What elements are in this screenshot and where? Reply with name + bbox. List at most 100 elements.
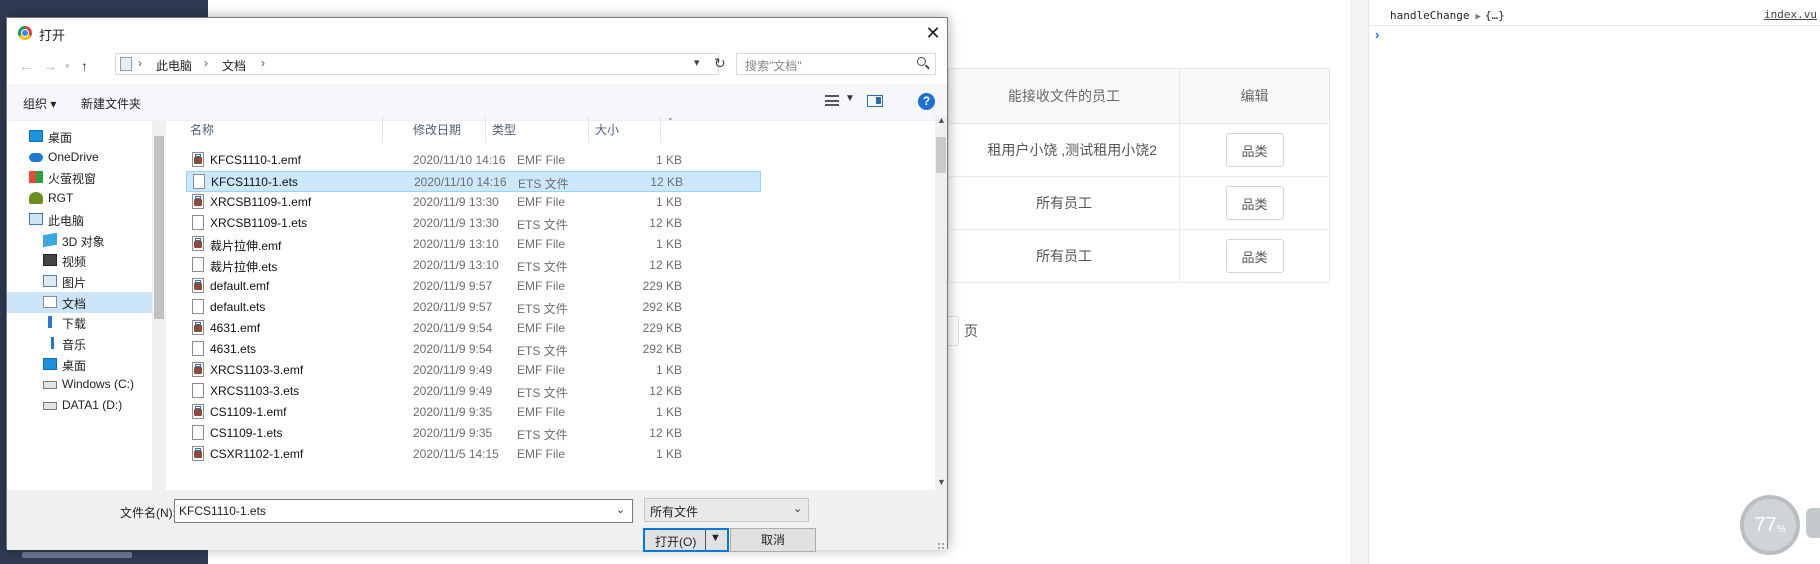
- file-row[interactable]: 4631.ets 2020/11/9 9:54 ETS 文件 292 KB: [186, 339, 761, 360]
- filetype-dropdown-icon[interactable]: ⌄: [793, 502, 802, 515]
- cube-icon: [43, 232, 57, 247]
- file-row[interactable]: XRCSB1109-1.emf 2020/11/9 13:30 EMF File 1 …: [186, 192, 761, 213]
- breadcrumb-separator[interactable]: ›: [138, 56, 142, 70]
- file-list-scroll-thumb[interactable]: [936, 137, 946, 173]
- file-size: 12 KB: [649, 216, 682, 230]
- category-button[interactable]: 品类: [1225, 239, 1284, 273]
- new-folder-button[interactable]: 新建文件夹: [81, 95, 141, 112]
- file-size: 1 KB: [655, 195, 682, 209]
- emf-file-icon: [192, 194, 204, 209]
- back-arrow-icon[interactable]: ←: [19, 58, 33, 74]
- organize-button[interactable]: 组织 ▾: [23, 95, 56, 112]
- file-row[interactable]: default.ets 2020/11/9 9:57 ETS 文件 292 KB: [186, 297, 761, 318]
- tree-item[interactable]: Windows (C:): [7, 374, 152, 395]
- file-size: 229 KB: [642, 321, 682, 335]
- file-row[interactable]: 裁片拉伸.emf 2020/11/9 13:10 EMF File 1 KB: [186, 234, 761, 255]
- help-icon[interactable]: ?: [918, 93, 935, 110]
- tree-item[interactable]: 图片: [7, 271, 152, 292]
- search-input[interactable]: 搜索"文档": [736, 53, 936, 75]
- resize-grip-icon[interactable]: [937, 542, 945, 550]
- file-row[interactable]: XRCS1103-3.emf 2020/11/9 9:49 EMF File 1 KB: [186, 360, 761, 381]
- column-header-date[interactable]: 修改日期: [413, 121, 461, 138]
- file-row[interactable]: CS1109-1.ets 2020/11/9 9:35 ETS 文件 12 KB: [186, 423, 761, 444]
- view-options-icon[interactable]: [825, 95, 839, 106]
- column-divider[interactable]: [382, 115, 383, 143]
- column-header-type[interactable]: 类型: [492, 121, 516, 138]
- emf-file-icon: [192, 404, 204, 419]
- file-row[interactable]: CS1109-1.emf 2020/11/9 9:35 EMF File 1 KB: [186, 402, 761, 423]
- tree-item[interactable]: 文档: [7, 291, 152, 313]
- user-icon: [29, 192, 43, 205]
- search-placeholder: 搜索"文档": [745, 59, 802, 73]
- tree-item[interactable]: OneDrive: [7, 147, 152, 168]
- cancel-button[interactable]: 取消: [730, 528, 816, 552]
- category-button[interactable]: 品类: [1225, 133, 1284, 167]
- up-arrow-icon[interactable]: ↑: [81, 58, 88, 74]
- column-header-size[interactable]: 大小: [595, 121, 619, 138]
- tree-item[interactable]: 桌面: [7, 354, 152, 375]
- file-name: XRCSB1109-1.ets: [210, 216, 308, 230]
- breadcrumb-documents[interactable]: 文档: [222, 57, 246, 74]
- file-name: KFCS1110-1.ets: [211, 175, 298, 189]
- view-dropdown-icon[interactable]: ▼: [845, 93, 855, 104]
- log-object-preview[interactable]: {…}: [1485, 9, 1505, 22]
- file-row[interactable]: 裁片拉伸.ets 2020/11/9 13:10 ETS 文件 12 KB: [186, 255, 761, 276]
- breadcrumb-separator[interactable]: ›: [204, 56, 208, 70]
- recent-chevron-icon[interactable]: ▾: [65, 61, 70, 72]
- file-type: ETS 文件: [517, 218, 568, 232]
- zoom-widget-tab[interactable]: [1806, 508, 1820, 538]
- dialog-titlebar[interactable]: 打开 ✕: [7, 18, 947, 48]
- filename-dropdown-icon[interactable]: ⌄: [616, 503, 625, 516]
- tree-item[interactable]: 3D 对象: [7, 230, 152, 251]
- file-row[interactable]: 4631.emf 2020/11/9 9:54 EMF File 229 KB: [186, 318, 761, 339]
- tree-item[interactable]: 视频: [7, 250, 152, 271]
- tree-item[interactable]: 下载: [7, 312, 152, 333]
- file-icon: [192, 257, 204, 272]
- tree-item[interactable]: 火萤视窗: [7, 167, 152, 188]
- file-row[interactable]: default.emf 2020/11/9 9:57 EMF File 229 KB: [186, 276, 761, 297]
- file-row[interactable]: CSXR1102-1.emf 2020/11/5 14:15 EMF File 1 K…: [186, 444, 761, 465]
- source-link[interactable]: index.vu: [1764, 8, 1817, 21]
- tree-item[interactable]: 此电脑: [7, 209, 152, 230]
- open-options-dropdown-icon[interactable]: ▼: [710, 532, 721, 544]
- address-dropdown-icon[interactable]: ▾: [694, 56, 700, 69]
- search-icon[interactable]: [917, 57, 926, 66]
- tree-item[interactable]: DATA1 (D:): [7, 395, 152, 416]
- emf-file-icon: [192, 278, 204, 293]
- file-name: CSXR1102-1.emf: [210, 447, 304, 461]
- column-divider[interactable]: [485, 115, 486, 143]
- filename-input[interactable]: KFCS1110-1.ets ⌄: [174, 499, 633, 523]
- preview-pane-icon[interactable]: [867, 95, 883, 107]
- tree-item[interactable]: 桌面: [7, 126, 152, 147]
- tree-scroll-thumb[interactable]: [154, 136, 164, 319]
- scroll-up-icon[interactable]: ▲: [937, 115, 946, 125]
- close-icon[interactable]: ✕: [919, 21, 947, 45]
- forward-arrow-icon[interactable]: →: [43, 58, 57, 74]
- expand-triangle-icon[interactable]: ▶: [1475, 12, 1480, 22]
- file-size: 292 KB: [642, 300, 682, 314]
- file-name: 裁片拉伸.emf: [210, 239, 282, 253]
- address-bar[interactable]: › 此电脑 › 文档 › ▾ ↻: [115, 53, 726, 75]
- scroll-down-icon[interactable]: ▼: [937, 477, 946, 487]
- breadcrumb-separator[interactable]: ›: [261, 56, 265, 70]
- file-date: 2020/11/9 13:30: [413, 216, 499, 230]
- zoom-dial[interactable]: 77%: [1740, 495, 1800, 555]
- file-row[interactable]: KFCS1110-1.emf 2020/11/10 14:16 EMF File 1 …: [186, 150, 761, 171]
- file-row[interactable]: XRCS1103-3.ets 2020/11/9 9:49 ETS 文件 12 KB: [186, 381, 761, 402]
- devtools-console: [1350, 0, 1820, 564]
- pager-input[interactable]: [948, 316, 959, 346]
- open-button[interactable]: 打开(O) ▼: [643, 528, 729, 552]
- console-log-entry[interactable]: handleChange ▶ {…}: [1390, 9, 1505, 22]
- breadcrumb-this-pc[interactable]: 此电脑: [156, 57, 192, 74]
- file-row[interactable]: XRCSB1109-1.ets 2020/11/9 13:30 ETS 文件 12 K…: [186, 213, 761, 234]
- column-divider[interactable]: [588, 115, 589, 143]
- column-header-name[interactable]: 名称: [190, 121, 214, 138]
- filetype-select[interactable]: 所有文件 ⌄: [644, 498, 809, 522]
- column-divider[interactable]: [660, 115, 661, 143]
- file-row[interactable]: KFCS1110-1.ets 2020/11/10 14:16 ETS 文件 12 K…: [186, 171, 761, 192]
- refresh-icon[interactable]: ↻: [714, 55, 726, 72]
- category-button[interactable]: 品类: [1225, 186, 1284, 220]
- console-prompt-icon[interactable]: ›: [1375, 27, 1379, 42]
- tree-item[interactable]: 音乐: [7, 333, 152, 354]
- tree-item[interactable]: RGT: [7, 188, 152, 209]
